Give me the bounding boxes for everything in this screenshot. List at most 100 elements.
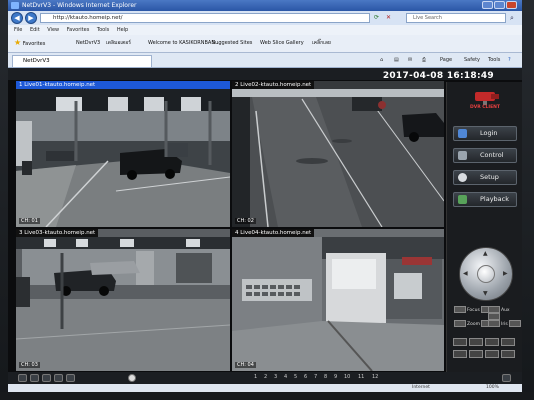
control-label: Control <box>480 151 504 159</box>
menu-view[interactable]: View <box>47 27 59 33</box>
control-button[interactable]: Control <box>453 148 517 163</box>
page-button-12[interactable]: 12 <box>372 374 378 380</box>
logo-text: DVR CLIENT <box>469 105 500 110</box>
preset-button[interactable] <box>485 338 499 346</box>
ptz-up-icon[interactable]: ▲ <box>483 250 488 257</box>
zoom-minus[interactable] <box>454 320 466 327</box>
menu-bar: File Edit View Favorites Tools Help <box>8 25 522 35</box>
playback-button[interactable]: Playback <box>453 192 517 207</box>
fav-item-thai[interactable]: เคลิ๊กเลย <box>312 39 331 47</box>
minimize-button[interactable] <box>482 1 493 9</box>
page-button-1[interactable]: 1 <box>254 374 257 380</box>
zoom-level[interactable]: 100% <box>486 384 499 392</box>
fav-item-netdvr[interactable]: NetDvrV3 <box>76 39 100 47</box>
forward-button[interactable]: ▶ <box>25 12 37 24</box>
print-icon[interactable]: ⎙ <box>422 56 426 64</box>
preset-button[interactable] <box>469 338 483 346</box>
preset-button[interactable] <box>501 350 515 358</box>
ptz-right-icon[interactable]: ▶ <box>503 270 508 277</box>
login-button[interactable]: Login <box>453 126 517 141</box>
record-icon[interactable] <box>54 374 63 382</box>
focus-minus[interactable] <box>454 306 466 313</box>
maximize-button[interactable] <box>494 1 505 9</box>
ptz-center-button[interactable] <box>477 265 495 283</box>
stop-icon[interactable]: ✕ <box>386 14 391 21</box>
page-button-2[interactable]: 2 <box>264 374 267 380</box>
browser-tab[interactable]: NetDvrV3 <box>12 55 152 67</box>
menu-help[interactable]: Help <box>117 27 128 33</box>
preset-button[interactable] <box>453 338 467 346</box>
playback-icon <box>458 195 467 204</box>
fav-item-web-slice-gallery[interactable]: Web Slice Gallery <box>260 39 304 47</box>
page-button-3[interactable]: 3 <box>274 374 277 380</box>
screen: NetDvrV3 - Windows Internet Explorer ◀ ▶… <box>8 0 522 392</box>
control-panel: DVR CLIENT Login Control Setup Playback … <box>446 82 522 372</box>
camera-view-4[interactable]: 4 Live04-ktauto.homeip.net CH: 04 <box>232 229 444 371</box>
page-button-8[interactable]: 8 <box>324 374 327 380</box>
zoom-label: Zoom <box>467 322 480 327</box>
camera-feed-4 <box>232 229 444 371</box>
tab-title: NetDvrV3 <box>23 58 50 64</box>
favorites-button[interactable]: ★ Favorites <box>14 39 45 48</box>
menu-edit[interactable]: Edit <box>30 27 40 33</box>
nvr-footer-toolbar: 1 2 3 4 5 6 7 8 9 10 11 12 <box>8 372 522 384</box>
page-button-7[interactable]: 7 <box>314 374 317 380</box>
camera-view-1[interactable]: 1 Live01-ktauto.homeip.net CH: 01 <box>16 81 230 227</box>
fav-item-suggested-sites[interactable]: Suggested Sites <box>212 39 252 47</box>
setup-button[interactable]: Setup <box>453 170 517 185</box>
stop-record-icon[interactable] <box>30 374 39 382</box>
audio-icon[interactable] <box>66 374 75 382</box>
window-title: NetDvrV3 - Windows Internet Explorer <box>22 2 137 9</box>
home-icon[interactable]: ⌂ <box>380 56 383 64</box>
page-button-5[interactable]: 5 <box>294 374 297 380</box>
camera-feed-2 <box>232 81 444 227</box>
fav-item-kasikorn[interactable]: Welcome to KASIKORNBAN... <box>148 39 220 47</box>
preset-button[interactable] <box>453 350 467 358</box>
iris-minus[interactable] <box>488 320 500 327</box>
ptz-joystick[interactable]: ▲ ▼ ◀ ▶ <box>459 247 513 301</box>
ptz-left-icon[interactable]: ◀ <box>463 270 468 277</box>
ptz-down-icon[interactable]: ▼ <box>483 290 488 297</box>
menu-file[interactable]: File <box>14 27 22 33</box>
page-button-11[interactable]: 11 <box>358 374 364 380</box>
camera-feed-3 <box>16 229 230 371</box>
menu-favorites[interactable]: Favorites <box>67 27 90 33</box>
camera-view-3[interactable]: 3 Live03-ktauto.homeip.net CH: 03 <box>16 229 230 371</box>
page-button-6[interactable]: 6 <box>304 374 307 380</box>
preset-button[interactable] <box>501 338 515 346</box>
page-menu[interactable]: Page <box>440 56 452 64</box>
iris-plus[interactable] <box>508 320 521 327</box>
search-icon[interactable]: ⌕ <box>510 14 514 23</box>
aux-plus[interactable] <box>488 313 500 320</box>
volume-slider-knob[interactable] <box>128 374 136 382</box>
url-field[interactable]: http://ktauto.homeip.net/ <box>40 13 370 23</box>
preset-button[interactable] <box>485 350 499 358</box>
fav-item-dailymotor[interactable]: เดลิมอเตอร์ <box>106 39 131 47</box>
fullscreen-icon[interactable] <box>502 374 511 382</box>
security-zone: Internet <box>412 385 430 390</box>
back-button[interactable]: ◀ <box>11 12 23 24</box>
focus-label: Focus <box>467 308 480 313</box>
menu-tools[interactable]: Tools <box>97 27 109 33</box>
iris-control[interactable]: Iris <box>487 320 522 327</box>
page-button-9[interactable]: 9 <box>334 374 337 380</box>
aux-control[interactable]: Aux <box>487 306 522 320</box>
tools-menu[interactable]: Tools <box>488 56 500 64</box>
search-input[interactable]: Live Search <box>406 13 506 23</box>
help-icon[interactable]: ? <box>508 56 511 64</box>
refresh-icon[interactable]: ⟳ <box>374 14 379 21</box>
camera-view-2[interactable]: 2 Live02-ktauto.homeip.net CH: 02 <box>232 81 444 227</box>
aux-minus[interactable] <box>488 306 500 313</box>
favorites-label: Favorites <box>22 41 46 47</box>
safety-menu[interactable]: Safety <box>464 56 480 64</box>
close-button[interactable] <box>506 1 517 9</box>
play-icon[interactable] <box>18 374 27 382</box>
aux-label: Aux <box>501 308 510 313</box>
page-button-10[interactable]: 10 <box>344 374 350 380</box>
nvr-client: 2017-04-08 16:18:49 1 Live01-ktauto.home… <box>8 68 522 384</box>
feeds-icon[interactable]: ▤ <box>394 56 399 64</box>
page-button-4[interactable]: 4 <box>284 374 287 380</box>
mail-icon[interactable]: ✉ <box>408 56 412 64</box>
snapshot-icon[interactable] <box>42 374 51 382</box>
preset-button[interactable] <box>469 350 483 358</box>
